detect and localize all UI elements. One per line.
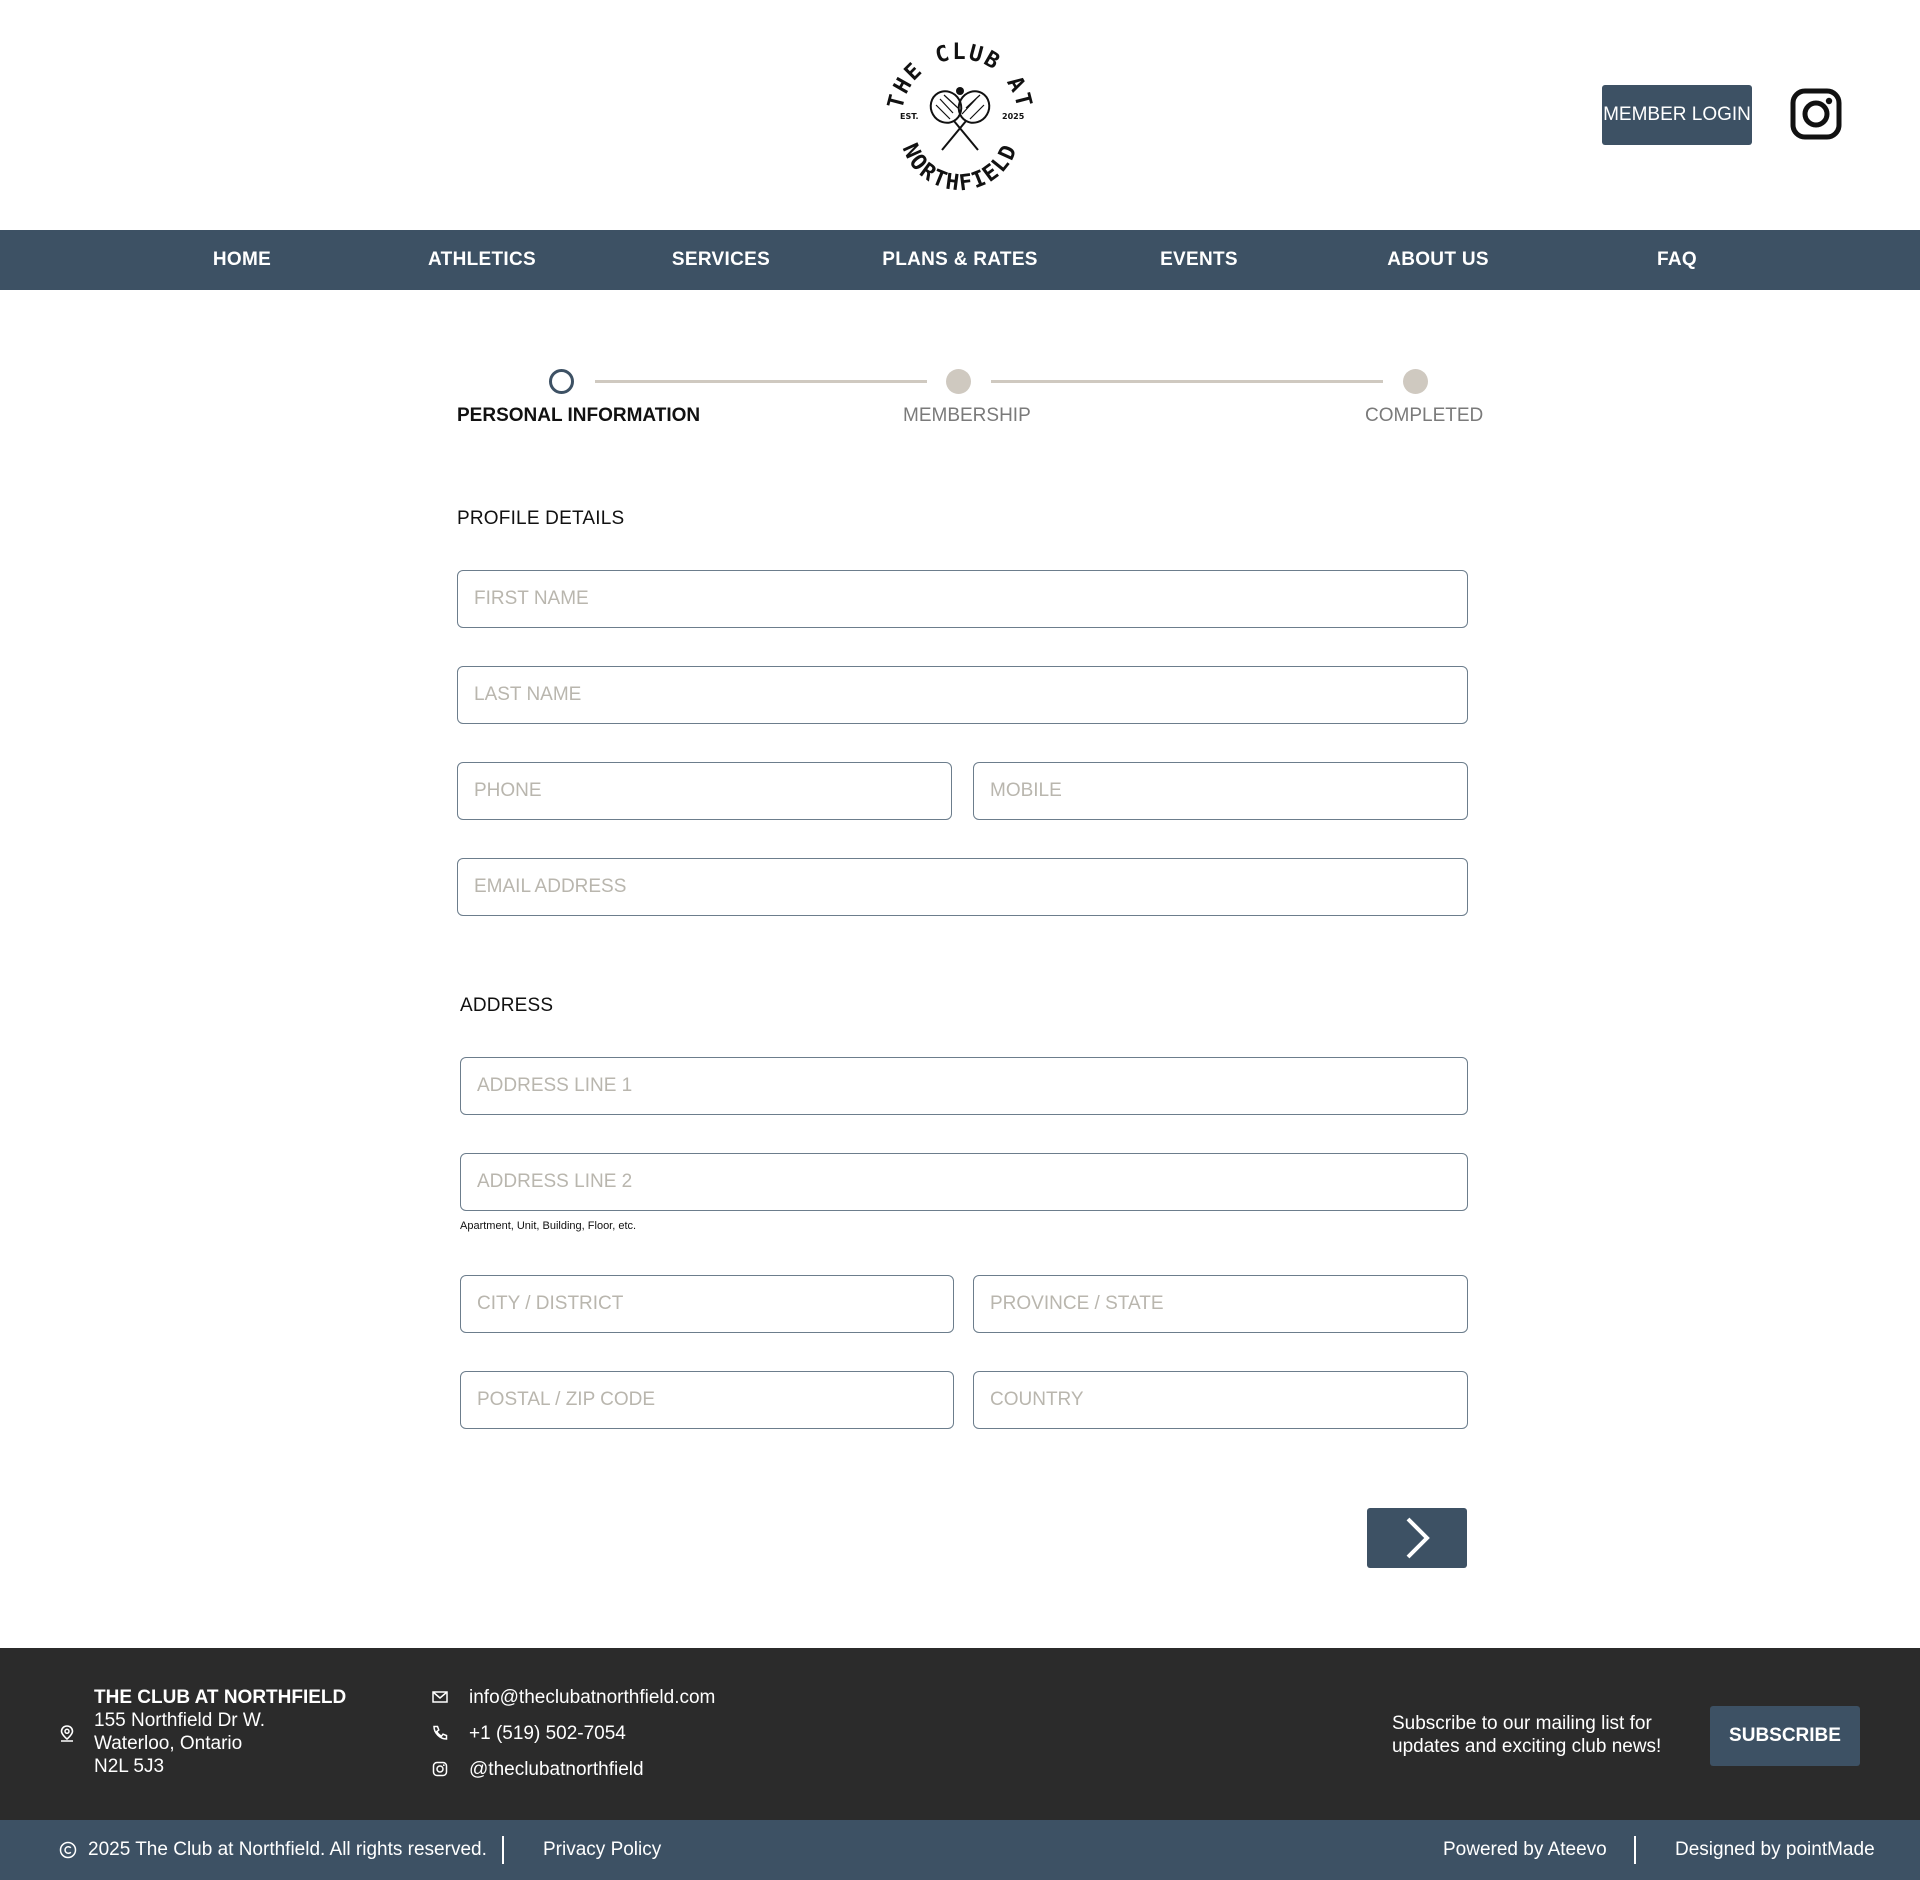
address-line1-field[interactable]: [460, 1057, 1468, 1115]
province-input[interactable]: [974, 1276, 1467, 1332]
step-dot-completed: [1403, 369, 1428, 394]
subscribe-button[interactable]: SUBSCRIBE: [1710, 1706, 1860, 1766]
privacy-policy-link[interactable]: Privacy Policy: [543, 1820, 661, 1880]
chevron-right-icon: [1406, 1517, 1430, 1559]
footer-phone-link[interactable]: +1 (519) 502-7054: [469, 1722, 626, 1745]
nav-item-services[interactable]: SERVICES: [672, 230, 770, 290]
progress-stepper: PERSONAL INFORMATION MEMBERSHIP COMPLETE…: [450, 365, 1483, 435]
mail-icon: [432, 1691, 448, 1703]
footer-address-line2: Waterloo, Ontario: [94, 1733, 243, 1754]
logo-bottom-text: NORTHFIELD: [897, 140, 1022, 195]
address-line2-hint: Apartment, Unit, Building, Floor, etc.: [460, 1220, 637, 1232]
main-nav: HOME ATHLETICS SERVICES PLANS & RATES EV…: [0, 230, 1920, 290]
phone-input[interactable]: [458, 763, 951, 819]
phone-icon: [433, 1725, 448, 1740]
club-logo[interactable]: THE CLUB AT NORTHFIELD EST. 2025: [880, 35, 1040, 195]
country-input[interactable]: [974, 1372, 1467, 1428]
instagram-icon: [432, 1761, 448, 1777]
step-label-personal-information: PERSONAL INFORMATION: [457, 405, 701, 426]
nav-item-events[interactable]: EVENTS: [1160, 230, 1238, 290]
address-title: ADDRESS: [460, 995, 554, 1016]
last-name-input[interactable]: [458, 667, 1467, 723]
address-line2-input[interactable]: [461, 1154, 1467, 1210]
last-name-field[interactable]: [457, 666, 1468, 724]
nav-item-home[interactable]: HOME: [213, 230, 271, 290]
address-line1-input[interactable]: [461, 1058, 1467, 1114]
copyright-text: 2025 The Club at Northfield. All rights …: [88, 1839, 487, 1860]
mobile-field[interactable]: [973, 762, 1468, 820]
step-dot-membership: [946, 369, 971, 394]
footer-address-line1: 155 Northfield Dr W.: [94, 1710, 266, 1731]
step-label-completed: COMPLETED: [1365, 405, 1484, 426]
step-connector: [595, 380, 927, 383]
nav-item-plans-rates[interactable]: PLANS & RATES: [882, 230, 1038, 290]
next-step-button[interactable]: [1367, 1508, 1467, 1568]
first-name-input[interactable]: [458, 571, 1467, 627]
footer-email-link[interactable]: info@theclubatnorthfield.com: [469, 1686, 715, 1709]
footer-address-line3: N2L 5J3: [94, 1756, 165, 1777]
mobile-input[interactable]: [974, 763, 1467, 819]
profile-details-title: PROFILE DETAILS: [457, 508, 625, 529]
location-pin-icon: [60, 1725, 74, 1742]
email-field[interactable]: [457, 858, 1468, 916]
svg-text:NORTHFIELD: NORTHFIELD: [897, 140, 1024, 195]
address-line2-field[interactable]: [460, 1153, 1468, 1211]
logo-year: 2025: [1002, 112, 1025, 121]
logo-est-label: EST.: [900, 112, 919, 121]
header: THE CLUB AT NORTHFIELD EST. 2025 MEMBER …: [0, 0, 1920, 230]
step-label-membership: MEMBERSHIP: [903, 405, 1031, 426]
phone-field[interactable]: [457, 762, 952, 820]
divider: [1634, 1836, 1636, 1864]
copyright-icon: [59, 1841, 77, 1859]
logo-emblem-icon: THE CLUB AT NORTHFIELD EST. 2025: [884, 40, 1035, 195]
powered-by-link[interactable]: Powered by Ateevo: [1443, 1820, 1607, 1880]
postal-code-field[interactable]: [460, 1371, 954, 1429]
nav-item-about-us[interactable]: ABOUT US: [1387, 230, 1489, 290]
footer-club-name: THE CLUB AT NORTHFIELD: [94, 1687, 347, 1708]
footer: THE CLUB AT NORTHFIELD 155 Northfield Dr…: [0, 1648, 1920, 1820]
member-login-button[interactable]: MEMBER LOGIN: [1602, 85, 1752, 145]
bottom-bar: 2025 The Club at Northfield. All rights …: [0, 1820, 1920, 1880]
city-field[interactable]: [460, 1275, 954, 1333]
first-name-field[interactable]: [457, 570, 1468, 628]
country-field[interactable]: [973, 1371, 1468, 1429]
step-connector: [991, 380, 1383, 383]
nav-item-faq[interactable]: FAQ: [1657, 230, 1697, 290]
email-input[interactable]: [458, 859, 1467, 915]
designed-by-link[interactable]: Designed by pointMade: [1675, 1820, 1875, 1880]
step-dot-personal-information: [549, 369, 574, 394]
nav-item-athletics[interactable]: ATHLETICS: [428, 230, 536, 290]
divider: [502, 1836, 504, 1864]
footer-instagram-link[interactable]: @theclubatnorthfield: [469, 1758, 644, 1781]
postal-code-input[interactable]: [461, 1372, 953, 1428]
footer-subscribe-text-1: Subscribe to our mailing list for: [1392, 1713, 1652, 1734]
footer-subscribe-text-2: updates and exciting club news!: [1392, 1736, 1662, 1757]
province-field[interactable]: [973, 1275, 1468, 1333]
instagram-icon[interactable]: [1790, 88, 1842, 140]
city-input[interactable]: [461, 1276, 953, 1332]
